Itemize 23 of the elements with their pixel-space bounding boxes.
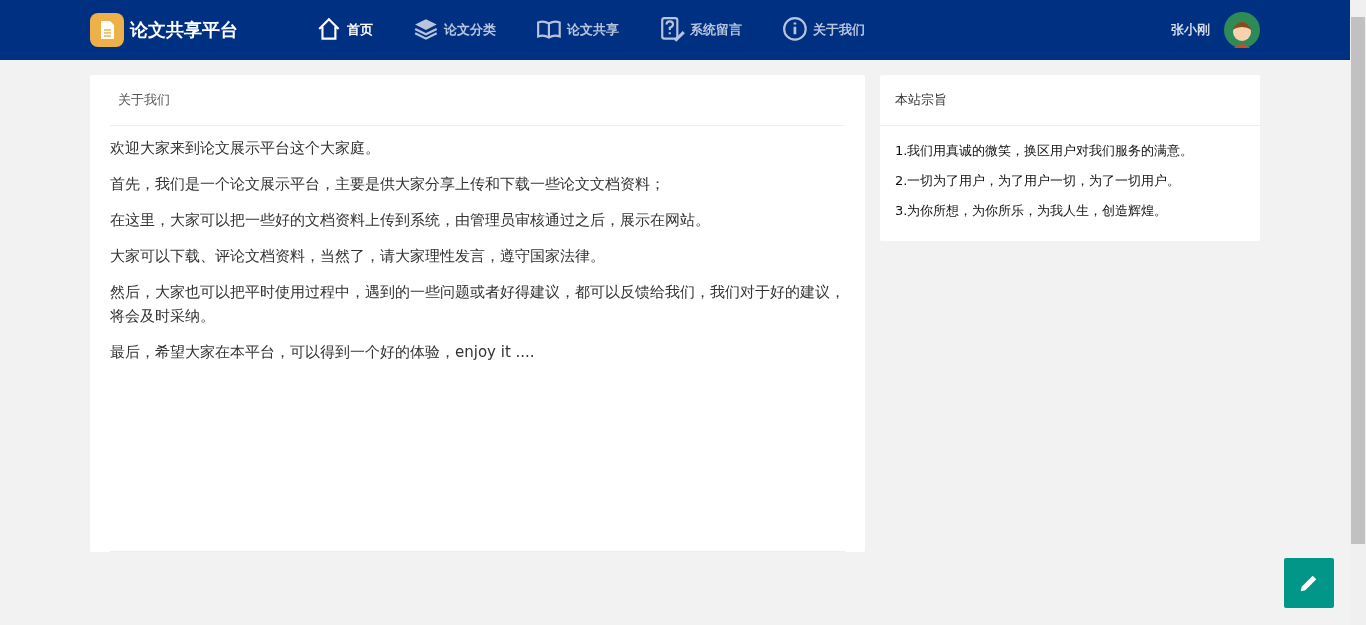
avatar-icon[interactable] xyxy=(1224,12,1260,48)
purpose-item: 2.一切为了用户，为了用户一切，为了一切用户。 xyxy=(895,172,1182,190)
nav-link[interactable]: 关于我们 xyxy=(782,16,865,44)
question-icon xyxy=(659,16,687,44)
paragraph: 欢迎大家来到论文展示平台这个大家庭。 xyxy=(110,138,381,159)
nav-link[interactable]: 论文共享 xyxy=(536,16,619,44)
paragraph: 然后，大家也可以把平时使用过程中，遇到的一些问题或者好得建议，都可以反馈给我们，我们对于好的建议，将会及时采纳。 xyxy=(110,282,845,327)
info-icon xyxy=(782,16,810,44)
purpose-item: 3.为你所想，为你所乐，为我人生，创造辉煌。 xyxy=(895,202,1169,220)
site-title: 论文共享平台 xyxy=(130,18,238,42)
paragraph: 首先，我们是一个论文展示平台，主要是供大家分享上传和下载一些论文文档资料； xyxy=(110,174,666,195)
card-title: 关于我们 xyxy=(110,75,845,126)
purpose-item: 1.我们用真诚的微笑，换区用户对我们服务的满意。 xyxy=(895,142,1195,160)
document-icon xyxy=(90,13,124,47)
edit-button[interactable] xyxy=(1284,558,1334,608)
nav-link[interactable]: 论文分类 xyxy=(413,16,496,44)
nav-link[interactable]: 系统留言 xyxy=(659,16,742,44)
paragraph: 大家可以下载、评论文档资料，当然了，请大家理性发言，遵守国家法律。 xyxy=(110,246,606,267)
card-title: 本站宗旨 xyxy=(880,75,1260,126)
paragraph: 最后，希望大家在本平台，可以得到一个好的体验，enjoy it .... xyxy=(110,342,536,363)
nav-link[interactable]: 首页 xyxy=(316,16,373,44)
paragraph: 在这里，大家可以把一些好的文档资料上传到系统，由管理员审核通过之后，展示在网站。 xyxy=(110,210,711,231)
user-name[interactable]: 张小刚 xyxy=(1171,21,1210,39)
